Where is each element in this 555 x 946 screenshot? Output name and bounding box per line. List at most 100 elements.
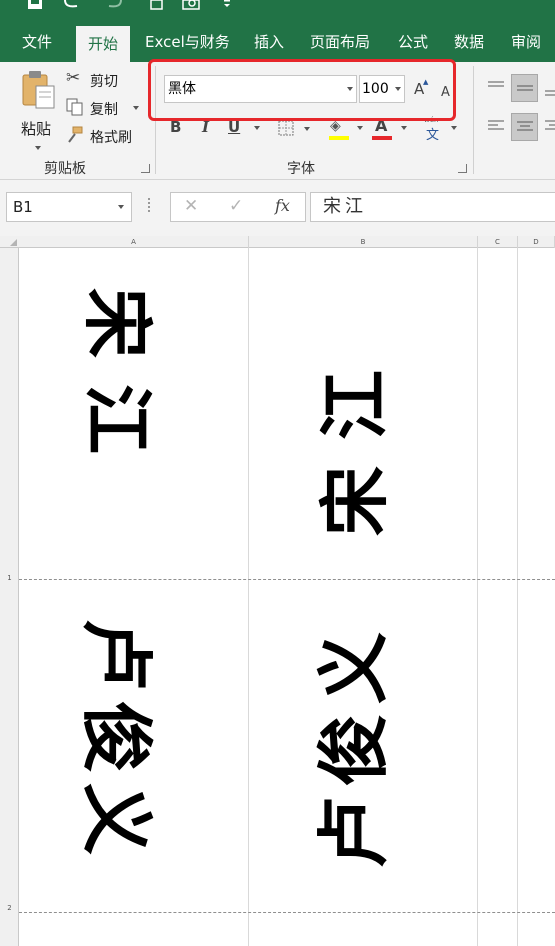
new-file-icon[interactable] [150, 0, 164, 10]
formula-input[interactable]: 宋江 [310, 192, 555, 222]
print-preview-icon[interactable] [182, 0, 202, 10]
cell-b1[interactable]: 宋江 [314, 344, 396, 536]
row-header-1[interactable]: 1 [0, 574, 19, 582]
phonetic-button[interactable]: wén 文 [423, 116, 459, 143]
tab-page-layout[interactable]: 页面布局 [310, 24, 370, 62]
undo-icon[interactable] [62, 0, 80, 10]
row-header-2[interactable]: 2 [0, 904, 19, 912]
borders-icon [278, 120, 294, 136]
cancel-icon[interactable]: ✕ [184, 196, 198, 216]
font-size-combo[interactable]: 100 [359, 75, 405, 103]
decrease-font-size-button[interactable]: A [441, 81, 455, 100]
formula-content: 宋江 [323, 196, 367, 217]
cell-a1[interactable]: 宋江 [76, 288, 158, 480]
excel-window: 文件 开始 Excel与财务 插入 页面布局 公式 数据 审阅 粘贴 ✂ 剪切 … [0, 0, 555, 946]
cell-a2[interactable]: 卢俊义 [74, 619, 158, 865]
tab-file[interactable]: 文件 [22, 24, 52, 62]
formula-bar: B1 ✕ ✓ fx 宋江 [0, 180, 555, 236]
clipboard-group-label: 剪贴板 [44, 161, 86, 177]
page-break-line [19, 912, 555, 913]
gridline [248, 248, 249, 946]
fill-color-swatch [329, 136, 349, 140]
save-icon[interactable] [27, 0, 43, 10]
select-all-corner-icon[interactable] [10, 239, 17, 246]
bold-label: B [170, 118, 182, 136]
font-color-swatch [372, 136, 392, 140]
phonetic-guide-top: wén [424, 116, 439, 124]
underline-label: U [228, 118, 241, 136]
align-center-button[interactable] [511, 113, 538, 141]
paste-icon [22, 71, 55, 109]
paste-dropdown-icon[interactable] [35, 146, 41, 150]
gridline [477, 248, 478, 946]
align-left-icon[interactable] [486, 118, 506, 134]
font-name-combo[interactable]: 黑体 [164, 75, 357, 103]
redo-icon[interactable] [106, 0, 124, 10]
format-painter-icon [68, 126, 83, 143]
row-header-column: 1 2 [0, 248, 19, 946]
font-size-dropdown-icon[interactable] [395, 87, 401, 91]
middle-align-button[interactable] [511, 74, 538, 102]
enter-icon[interactable]: ✓ [229, 196, 243, 216]
copy-button[interactable]: 复制 [66, 98, 142, 118]
increase-font-size-button[interactable]: A ▲ [414, 78, 432, 98]
phonetic-icon: 文 [426, 128, 440, 143]
name-box-value: B1 [13, 198, 33, 216]
tab-insert[interactable]: 插入 [254, 24, 284, 62]
column-header-b[interactable]: B [249, 236, 478, 248]
group-separator [473, 66, 474, 174]
underline-button[interactable]: U [228, 118, 262, 138]
fill-color-button[interactable]: ◈ [328, 118, 364, 142]
tab-excel-finance[interactable]: Excel与财务 [145, 24, 230, 62]
font-name-value: 黑体 [168, 81, 196, 97]
scissors-icon: ✂ [66, 68, 81, 88]
underline-dropdown-icon[interactable] [254, 126, 260, 130]
insert-function-icon[interactable]: fx [275, 196, 290, 215]
quick-access-toolbar [0, 0, 555, 24]
copy-dropdown-icon[interactable] [133, 106, 139, 110]
bold-button[interactable]: B [170, 118, 186, 138]
phonetic-dropdown-icon[interactable] [451, 126, 457, 130]
ribbon-home: 粘贴 ✂ 剪切 复制 格式刷 剪贴板 黑体 100 A ▲ A B I U ◈ … [0, 62, 555, 180]
bottom-align-icon[interactable] [543, 82, 555, 98]
gridline [517, 248, 518, 946]
name-box-dropdown-icon[interactable] [118, 205, 124, 209]
cell-b2[interactable]: 卢俊义 [312, 622, 396, 868]
group-separator [155, 66, 156, 174]
paint-bucket-icon: ◈ [330, 118, 341, 134]
font-color-dropdown-icon[interactable] [401, 126, 407, 130]
font-name-dropdown-icon[interactable] [347, 87, 353, 91]
top-align-icon[interactable] [486, 79, 506, 95]
middle-align-icon [517, 85, 533, 91]
fill-color-dropdown-icon[interactable] [357, 126, 363, 130]
formula-buttons: ✕ ✓ fx [170, 192, 306, 222]
align-center-icon [517, 121, 533, 131]
column-header-d[interactable]: D [518, 236, 555, 248]
grow-caret-icon: ▲ [423, 78, 429, 86]
tab-data[interactable]: 数据 [454, 24, 484, 62]
align-right-icon[interactable] [543, 118, 555, 134]
font-color-button[interactable]: A [372, 116, 408, 142]
paste-button[interactable]: 粘贴 [18, 70, 58, 152]
worksheet: A B C D 1 2 宋江 宋江 卢俊义 卢俊义 [0, 236, 555, 946]
column-header-a[interactable]: A [19, 236, 249, 248]
font-color-icon: A [375, 116, 388, 135]
tab-review[interactable]: 审阅 [511, 24, 541, 62]
font-group-label: 字体 [287, 161, 315, 177]
column-header-c[interactable]: C [478, 236, 518, 248]
font-launcher-icon[interactable] [458, 164, 467, 173]
format-painter-button[interactable]: 格式刷 [66, 126, 140, 146]
clipboard-launcher-icon[interactable] [141, 164, 150, 173]
italic-button[interactable]: I [202, 118, 216, 138]
borders-button[interactable] [278, 120, 312, 140]
copy-icon [66, 98, 83, 116]
tab-home[interactable]: 开始 [76, 26, 130, 62]
tab-formulas[interactable]: 公式 [398, 24, 428, 62]
cut-button[interactable]: ✂ 剪切 [66, 68, 136, 90]
borders-dropdown-icon[interactable] [304, 127, 310, 131]
cut-label: 剪切 [90, 74, 118, 90]
ribbon-tabs: 文件 开始 Excel与财务 插入 页面布局 公式 数据 审阅 [0, 24, 555, 62]
customize-qat-icon[interactable] [222, 0, 232, 10]
formula-bar-grip-icon [148, 198, 151, 212]
name-box[interactable]: B1 [6, 192, 132, 222]
